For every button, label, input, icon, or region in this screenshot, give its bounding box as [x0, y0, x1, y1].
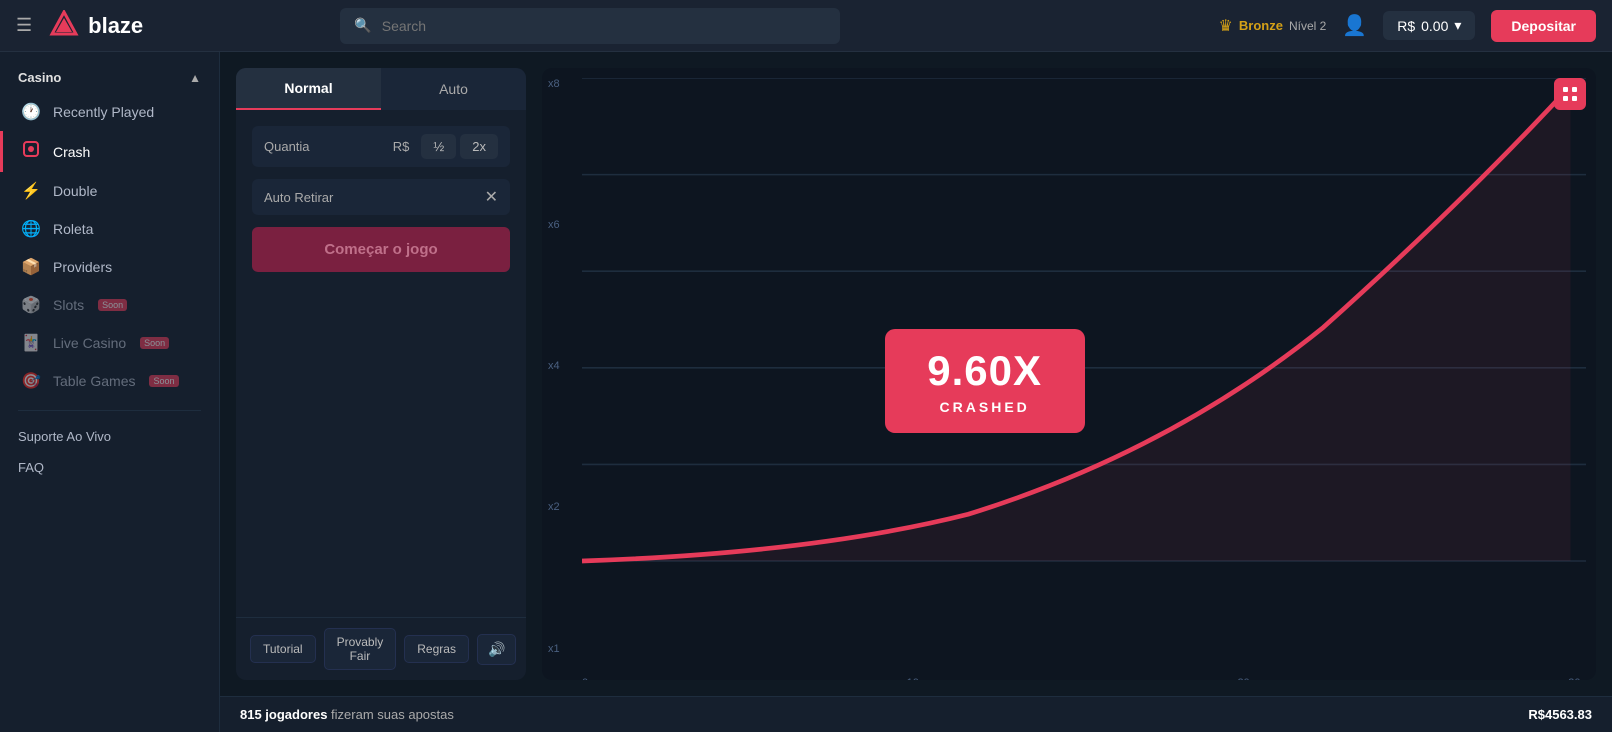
x-label-20s: 20s [1237, 677, 1255, 681]
start-button[interactable]: Começar o jogo [252, 227, 510, 272]
tab-auto[interactable]: Auto [381, 68, 526, 110]
sidebar-section-header: Casino ▲ [0, 62, 219, 93]
crash-box: 9.60X CRASHED [885, 329, 1085, 433]
y-label-x6: x6 [548, 219, 560, 231]
sidebar-item-providers[interactable]: 📦 Providers [0, 248, 219, 286]
sidebar-item-crash[interactable]: Crash [0, 131, 219, 172]
layout: Casino ▲ 🕐 Recently Played Crash ⚡ Doubl… [0, 52, 1612, 732]
tab-normal[interactable]: Normal [236, 68, 381, 110]
close-auto-retirar-button[interactable]: ✕ [485, 187, 498, 207]
corner-icon[interactable] [1554, 78, 1586, 110]
sidebar-item-double[interactable]: ⚡ Double [0, 172, 219, 210]
sidebar-divider [18, 410, 201, 411]
controls-body: Quantia R$ ½ 2x Auto Retirar ✕ Começar o… [236, 110, 526, 617]
auto-retirar-row: Auto Retirar ✕ [252, 179, 510, 215]
sidebar-item-recently-played[interactable]: 🕐 Recently Played [0, 93, 219, 131]
live-casino-icon: 🃏 [21, 333, 41, 353]
total-amount: R$4563.83 [1528, 707, 1592, 722]
search-icon: 🔍 [354, 17, 371, 34]
header: ☰ blaze 🔍 ♛ Bronze Nível 2 👤 R$ 0.00 ▾ D… [0, 0, 1612, 52]
chevron-up-icon[interactable]: ▲ [189, 71, 201, 85]
x-label-10s: 10s [907, 677, 925, 681]
sound-button[interactable]: 🔊 [477, 634, 516, 665]
providers-icon: 📦 [21, 257, 41, 277]
search-bar[interactable]: 🔍 [340, 8, 840, 44]
chart-area: x8 x6 x4 x2 x1 [542, 68, 1596, 680]
roleta-icon: 🌐 [21, 219, 41, 239]
tutorial-button[interactable]: Tutorial [250, 635, 316, 663]
regras-button[interactable]: Regras [404, 635, 469, 663]
x-axis: 0s 10s 20s 30s [582, 677, 1586, 681]
double-icon: ⚡ [21, 181, 41, 201]
sidebar: Casino ▲ 🕐 Recently Played Crash ⚡ Doubl… [0, 52, 220, 732]
status-bar: 815 jogadores fizeram suas apostas R$456… [220, 696, 1612, 732]
players-text: 815 jogadores fizeram suas apostas [240, 707, 454, 722]
bottom-bar: Tutorial Provably Fair Regras 🔊 [236, 617, 526, 680]
tab-bar: Normal Auto [236, 68, 526, 110]
provably-fair-button[interactable]: Provably Fair [324, 628, 397, 670]
sidebar-item-roleta[interactable]: 🌐 Roleta [0, 210, 219, 248]
double-button[interactable]: 2x [460, 134, 498, 159]
slots-icon: 🎲 [21, 295, 41, 315]
y-label-x4: x4 [548, 360, 560, 372]
main-content: Normal Auto Quantia R$ ½ 2x Auto Retirar… [220, 52, 1612, 732]
logo-icon [48, 10, 80, 42]
x-label-0s: 0s [582, 677, 594, 681]
search-input[interactable] [382, 18, 827, 34]
players-count: 815 jogadores [240, 707, 327, 722]
game-area: Normal Auto Quantia R$ ½ 2x Auto Retirar… [220, 52, 1612, 696]
clock-icon: 🕐 [21, 102, 41, 122]
x-label-30s: 30s [1568, 677, 1586, 681]
half-button[interactable]: ½ [421, 134, 456, 159]
balance-button[interactable]: R$ 0.00 ▾ [1383, 11, 1475, 40]
deposit-button[interactable]: Depositar [1491, 10, 1596, 42]
crash-multiplier: 9.60X [919, 347, 1051, 395]
crash-status-label: CRASHED [919, 399, 1051, 415]
crash-icon [21, 140, 41, 163]
sidebar-item-table-games[interactable]: 🎯 Table Games Soon [0, 362, 219, 400]
logo: blaze [48, 10, 143, 42]
chart-panel: x8 x6 x4 x2 x1 [542, 68, 1596, 680]
y-axis: x8 x6 x4 x2 x1 [548, 78, 560, 655]
quantia-row: Quantia R$ ½ 2x [252, 126, 510, 167]
table-games-icon: 🎯 [21, 371, 41, 391]
y-label-x8: x8 [548, 78, 560, 90]
y-label-x1: x1 [548, 643, 560, 655]
sidebar-item-faq[interactable]: FAQ [0, 452, 219, 483]
bronze-badge: ♛ Bronze Nível 2 [1219, 16, 1327, 36]
sidebar-item-support[interactable]: Suporte Ao Vivo [0, 421, 219, 452]
menu-icon[interactable]: ☰ [16, 15, 32, 36]
controls-panel: Normal Auto Quantia R$ ½ 2x Auto Retirar… [236, 68, 526, 680]
user-icon[interactable]: 👤 [1342, 13, 1367, 38]
header-right: ♛ Bronze Nível 2 👤 R$ 0.00 ▾ Depositar [1219, 10, 1596, 42]
crown-icon: ♛ [1219, 16, 1233, 36]
sidebar-item-live-casino[interactable]: 🃏 Live Casino Soon [0, 324, 219, 362]
sidebar-item-slots[interactable]: 🎲 Slots Soon [0, 286, 219, 324]
y-label-x2: x2 [548, 501, 560, 513]
